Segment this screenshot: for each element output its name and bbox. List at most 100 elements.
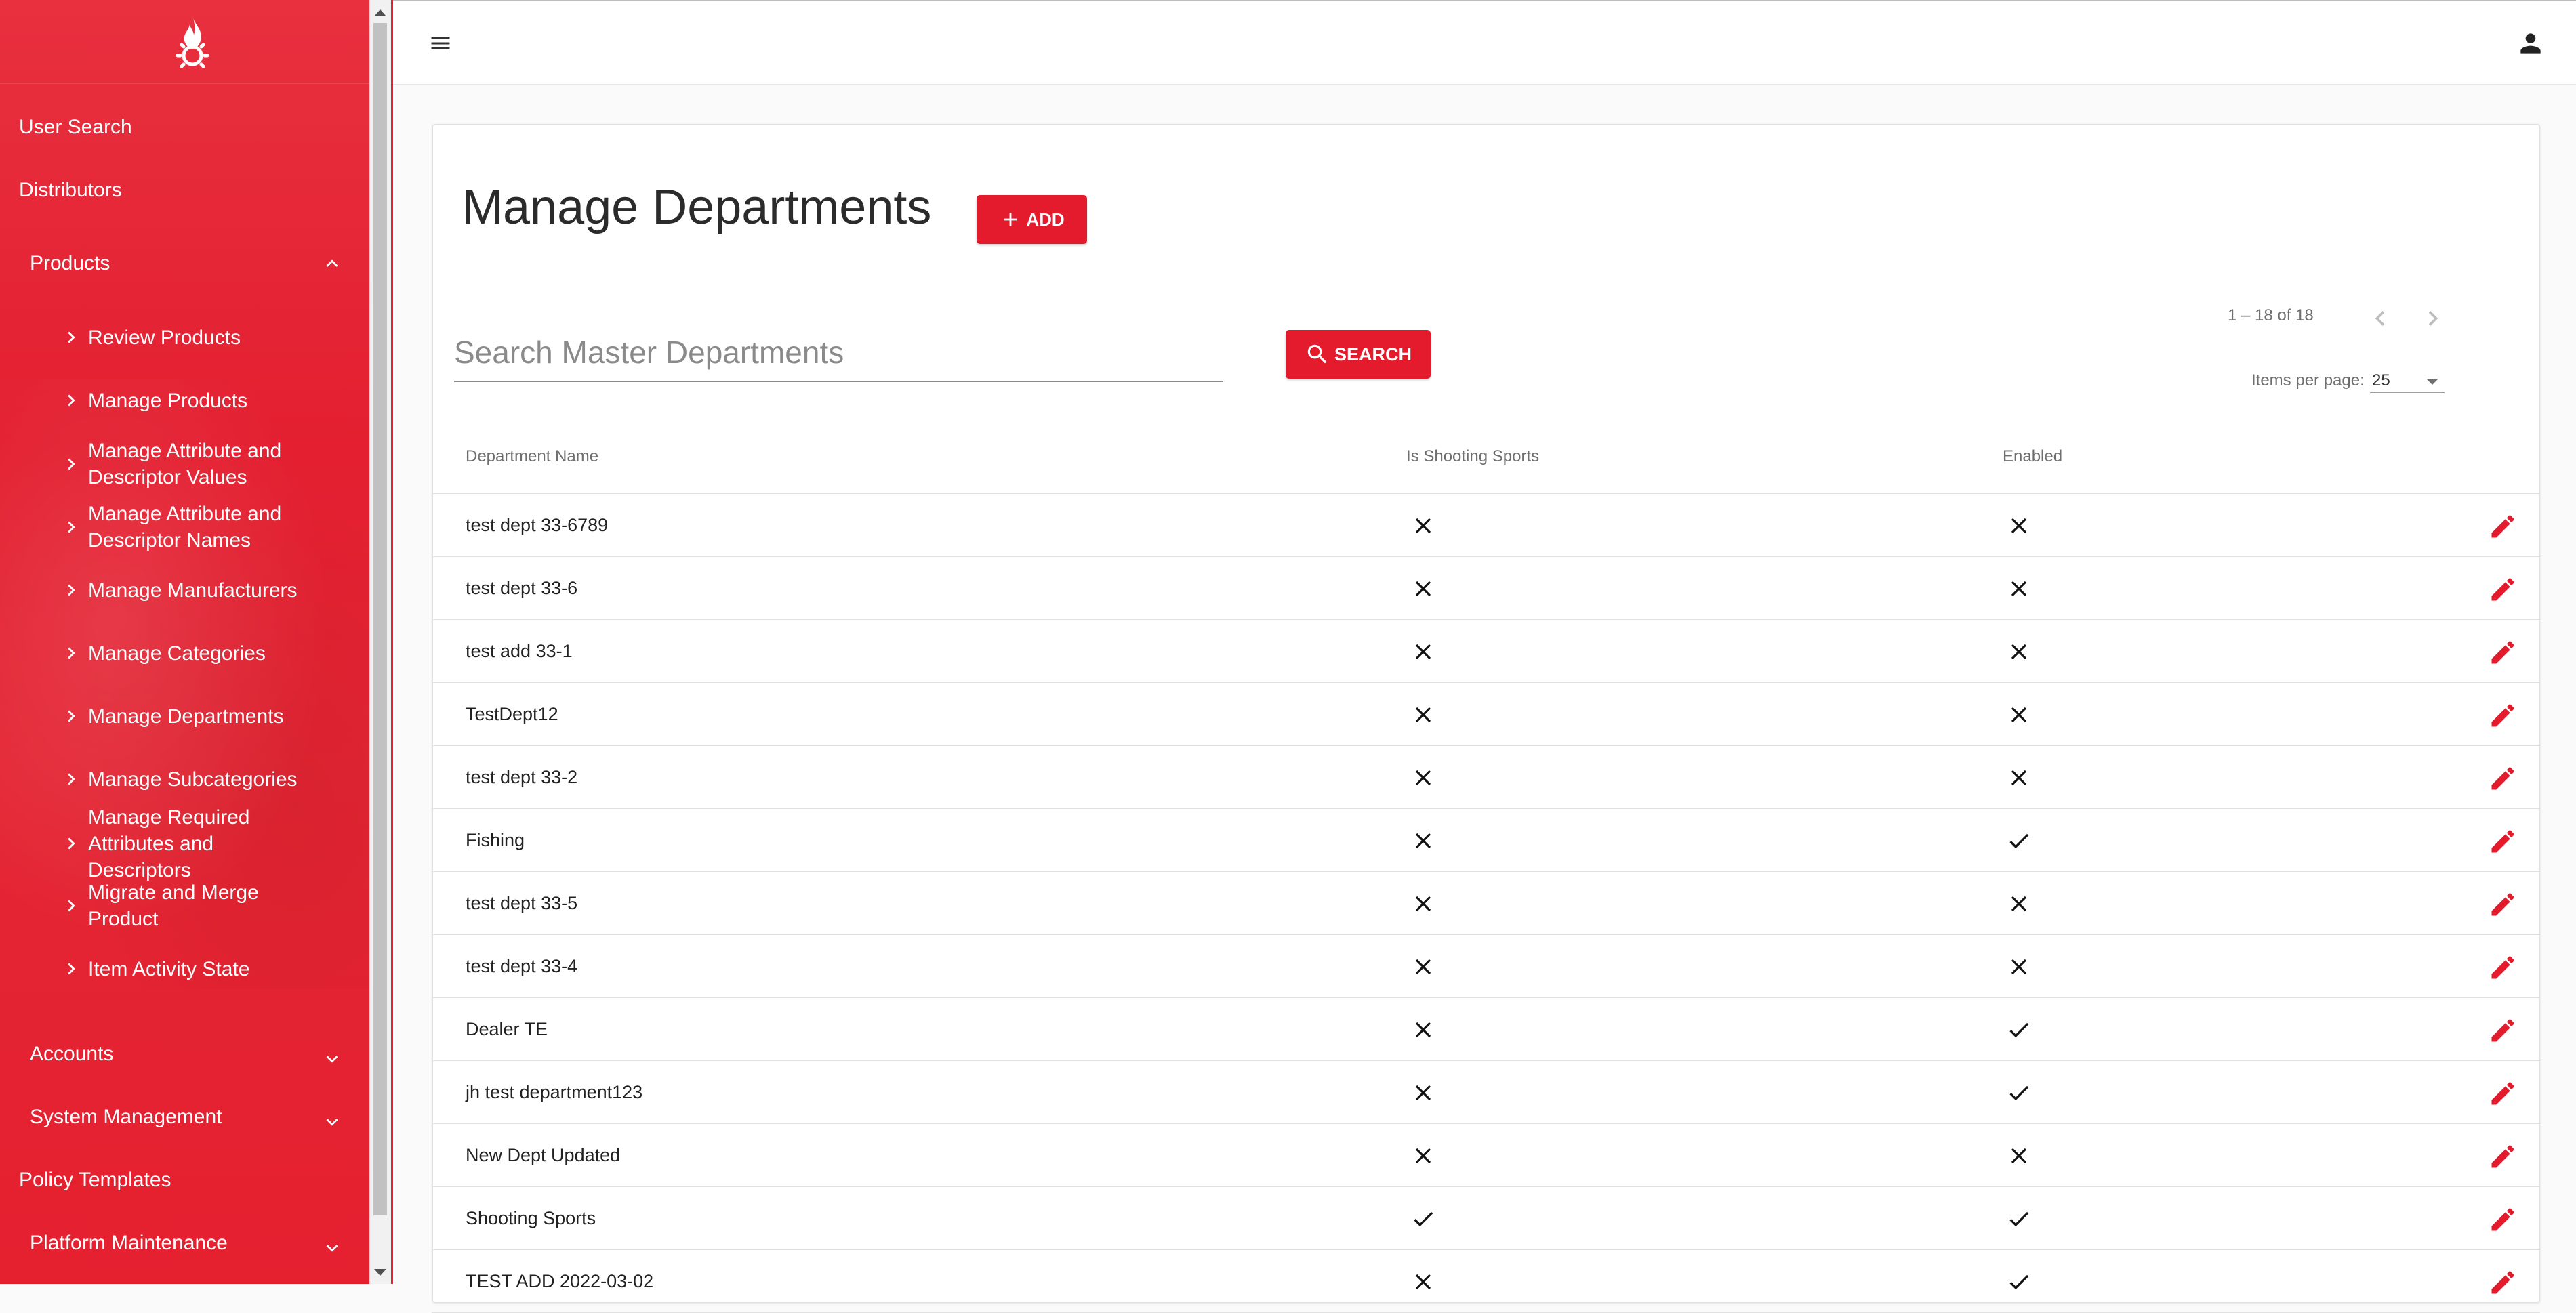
chevron-up-icon [326,259,338,267]
sidebar-item-manage-products[interactable]: Manage Products [0,385,369,415]
sidebar-group-platform-maintenance[interactable]: Platform Maintenance [0,1228,369,1258]
close-icon [2011,707,2027,723]
chevron-right-icon [68,521,75,533]
close-icon [1415,959,1431,975]
column-header-shooting-sports[interactable]: Is Shooting Sports [1406,447,1539,466]
check-icon [1414,1211,1433,1227]
edit-pencil-icon[interactable] [2488,512,2518,541]
department-name-cell: test dept 33-6789 [466,515,609,535]
table-row[interactable]: TestDept12 [432,683,2540,746]
chevron-down-icon [326,1245,338,1252]
check-icon [2009,1022,2029,1038]
sidebar-item-manage-departments[interactable]: Manage Departments [0,701,369,731]
sidebar-item-policy-templates[interactable]: Policy Templates [0,1165,369,1195]
sidebar-item-label: Distributors [19,179,122,201]
edit-pencil-icon[interactable] [2488,1142,2518,1171]
sidebar-item-manage-manufacturers[interactable]: Manage Manufacturers [0,575,369,605]
chevron-left-icon[interactable] [2365,304,2395,333]
add-button-label: ADD [1026,209,1065,230]
table-row[interactable]: Dealer TE [432,998,2540,1061]
sidebar-item-label: Review Products [88,326,241,349]
hamburger-menu-icon[interactable] [427,31,454,56]
close-icon [2011,581,2027,597]
sidebar-group-system-management[interactable]: System Management [0,1102,369,1132]
edit-pencil-icon[interactable] [2488,1268,2518,1297]
close-icon [2011,959,2027,975]
sidebar-item-label: Migrate and Merge Product [88,881,259,930]
search-button[interactable]: SEARCH [1286,330,1431,379]
sidebar-item-item-activity-state[interactable]: Item Activity State [0,954,369,984]
sidebar-item-manage-subcategories[interactable]: Manage Subcategories [0,764,369,794]
edit-pencil-icon[interactable] [2488,827,2518,856]
table-row[interactable]: test dept 33-5 [432,872,2540,935]
chevron-right-icon [68,584,75,596]
edit-pencil-icon[interactable] [2488,1016,2518,1045]
edit-pencil-icon[interactable] [2488,764,2518,793]
search-departments-input[interactable] [454,324,1223,382]
department-name-cell: TEST ADD 2022-03-02 [466,1271,654,1291]
sidebar-item-manage-attribute-values[interactable]: Manage Attribute and Descriptor Values [0,437,369,491]
flame-gear-logo [176,16,209,68]
edit-pencil-icon[interactable] [2488,1205,2518,1234]
table-row[interactable]: test dept 33-6 [432,557,2540,620]
sidebar-item-label: Accounts [30,1043,114,1065]
content-left-border [391,0,393,1284]
top-toolbar [393,0,2576,85]
close-icon [2011,644,2027,660]
edit-pencil-icon[interactable] [2488,638,2518,667]
chevron-right-icon [68,963,75,975]
items-per-page-value: 25 [2372,371,2390,390]
table-row[interactable]: test dept 33-6789 [432,494,2540,557]
sidebar-scrollbar-thumb[interactable] [373,23,387,1215]
close-icon [1415,644,1431,660]
table-row[interactable]: New Dept Updated [432,1124,2540,1187]
sidebar-group-products[interactable]: Products [0,249,369,278]
edit-pencil-icon[interactable] [2488,575,2518,604]
sidebar-item-label: Manage Attribute and Descriptor Values [88,440,282,488]
table-row[interactable]: test add 33-1 [432,620,2540,683]
sidebar-item-label: Manage Required Attributes and Descripto… [88,806,250,881]
close-icon [1415,1148,1431,1164]
department-name-cell: jh test department123 [466,1082,643,1102]
table-row[interactable]: test dept 33-2 [432,746,2540,809]
sidebar-item-migrate-merge-product[interactable]: Migrate and Merge Product [0,879,369,933]
sidebar-item-manage-required-attributes[interactable]: Manage Required Attributes and Descripto… [0,804,369,883]
edit-pencil-icon[interactable] [2488,1079,2518,1108]
department-name-cell: Dealer TE [466,1019,548,1039]
edit-pencil-icon[interactable] [2488,953,2518,982]
sidebar-group-accounts[interactable]: Accounts [0,1039,369,1069]
paginator-range: 1 – 18 of 18 [2228,306,2314,325]
table-row[interactable]: TEST ADD 2022-03-02 [432,1250,2540,1313]
account-icon[interactable] [2516,28,2546,58]
table-row[interactable]: test dept 33-4 [432,935,2540,998]
sidebar-item-label: System Management [30,1106,222,1128]
close-icon [2011,518,2027,534]
edit-pencil-icon[interactable] [2488,701,2518,730]
department-name-cell: Shooting Sports [466,1208,596,1228]
scroll-up-arrow-icon[interactable] [374,9,386,16]
table-row[interactable]: Shooting Sports [432,1187,2540,1250]
chevron-right-icon [68,773,75,785]
chevron-right-icon [68,331,75,343]
sidebar-item-label: Manage Categories [88,642,266,665]
sidebar-item-manage-categories[interactable]: Manage Categories [0,638,369,668]
add-department-button[interactable]: ADD [977,195,1087,244]
sidebar-item-distributors[interactable]: Distributors [0,175,369,205]
chevron-right-icon [68,647,75,659]
sidebar-item-label: Manage Subcategories [88,768,298,791]
close-icon [1415,1274,1431,1290]
sidebar-item-user-search[interactable]: User Search [0,112,369,142]
sidebar-item-review-products[interactable]: Review Products [0,322,369,352]
table-row[interactable]: jh test department123 [432,1061,2540,1124]
column-header-enabled[interactable]: Enabled [2003,447,2062,466]
chevron-right-icon [68,900,75,912]
chevron-right-icon[interactable] [2418,304,2448,333]
search-button-label: SEARCH [1334,343,1412,364]
table-row[interactable]: Fishing [432,809,2540,872]
edit-pencil-icon[interactable] [2488,890,2518,919]
column-header-department-name[interactable]: Department Name [466,447,598,466]
scroll-down-arrow-icon[interactable] [374,1269,386,1276]
close-icon [1415,707,1431,723]
chevron-right-icon [68,458,75,470]
sidebar-item-manage-attribute-names[interactable]: Manage Attribute and Descriptor Names [0,500,369,554]
